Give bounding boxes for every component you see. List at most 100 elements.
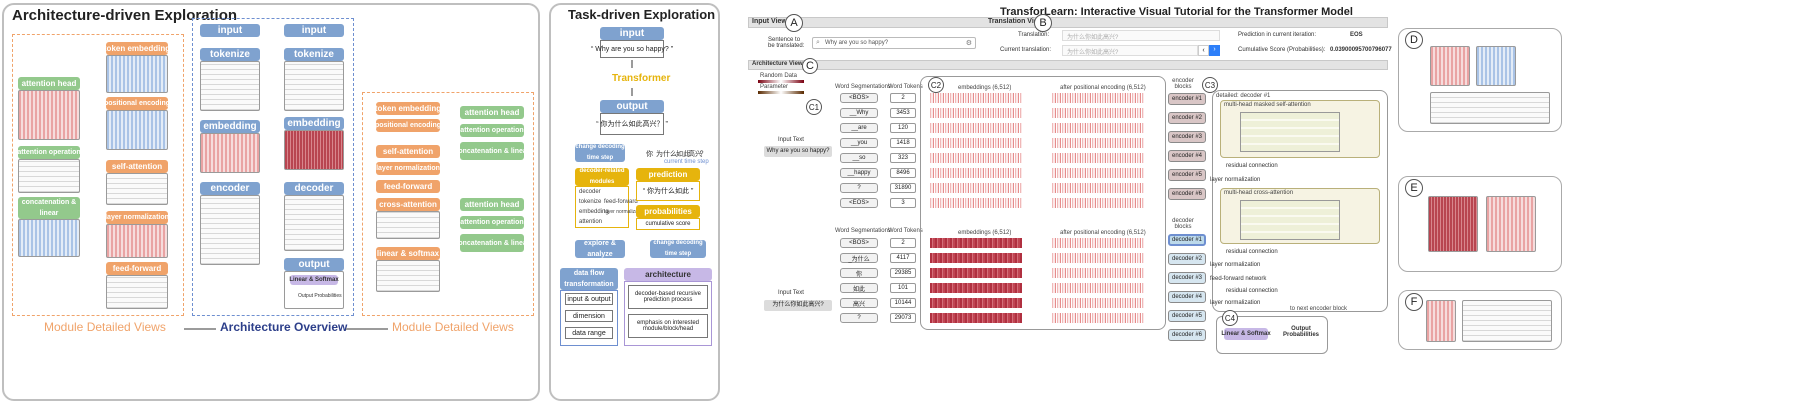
enc-token: 1418 xyxy=(890,138,916,148)
left-layer-normalization-thumb xyxy=(106,224,168,258)
input-text-enc-box: Why are you so happy? xyxy=(764,146,832,157)
decoder-item-5: attention xyxy=(579,219,603,225)
enc-token: 3 xyxy=(890,198,916,208)
decoder-block-6[interactable]: decoder #6 xyxy=(1168,329,1206,341)
pos-label-enc: after positional encoding (6,512) xyxy=(1060,85,1146,91)
left-layer-normalization: layer normalization xyxy=(105,211,169,224)
score-value: 0.03900095700796077 xyxy=(1330,47,1392,53)
enc-word: __are xyxy=(840,123,878,133)
tag-c1: C1 xyxy=(806,99,822,115)
left-concatenation-thumb xyxy=(18,219,80,257)
overview-tokenize-decoder: tokenize xyxy=(284,48,344,61)
search-icon: ⌕ xyxy=(816,39,820,46)
decoder-thumb xyxy=(284,195,344,251)
data-flow-item-1: dimension xyxy=(565,310,613,322)
decoder-block-1[interactable]: decoder #1 xyxy=(1168,234,1206,246)
right-token-embedding: token embedding xyxy=(374,102,442,115)
dec-word: 高兴 xyxy=(840,298,878,308)
encoder-block-3[interactable]: encoder #3 xyxy=(1168,131,1206,143)
prediction-label: Prediction in current iteration: xyxy=(1238,32,1317,38)
gear-icon[interactable]: ⚙ xyxy=(966,39,972,47)
enc-pos-row xyxy=(1052,153,1144,163)
dec-pos-row xyxy=(1052,238,1144,248)
translation-field: 为什么你如此高兴? xyxy=(1062,30,1220,41)
left-feed-forward: feed-forward xyxy=(106,262,168,275)
embedding-thumb-encoder xyxy=(200,133,260,173)
prediction-value: EOS xyxy=(1350,32,1363,38)
tag-c: C xyxy=(802,58,818,74)
left-self-attention-thumb xyxy=(106,173,168,205)
arrow-left xyxy=(184,328,216,330)
dec-token: 10144 xyxy=(890,298,916,308)
enc-pos-row xyxy=(1052,183,1144,193)
enc-pos-row xyxy=(1052,138,1144,148)
enc-pos-row xyxy=(1052,123,1144,133)
encoder-block-5[interactable]: encoder #5 xyxy=(1168,169,1206,181)
left-positional-encoding-thumb xyxy=(106,110,168,150)
decoder-block-3[interactable]: decoder #3 xyxy=(1168,272,1206,284)
enc-token: 8496 xyxy=(890,168,916,178)
right-concatenation-bottom: concatenation & linear xyxy=(454,234,530,252)
enc-pos-row xyxy=(1052,198,1144,208)
tokenize-thumb-encoder xyxy=(200,61,260,111)
enc-pos-row xyxy=(1052,168,1144,178)
data-flow-header: data flow transformation xyxy=(560,268,618,290)
input-text-dec-box: 为什么你如此高兴? xyxy=(764,300,832,311)
residual-label-1: residual connection xyxy=(1226,163,1278,169)
encoder-block-4[interactable]: encoder #4 xyxy=(1168,150,1206,162)
prev-step-button[interactable]: ‹ xyxy=(1198,45,1209,56)
sentence-input[interactable]: ⌕ Why are you so happy? ⚙ xyxy=(812,37,976,49)
legend-random: Random Data xyxy=(760,73,798,79)
legend-parameter: Parameter xyxy=(760,84,789,90)
overview-output-probs: Output Probabilities xyxy=(298,293,342,299)
legend-random-bar xyxy=(758,80,804,83)
encoder-block-6[interactable]: encoder #6 xyxy=(1168,188,1206,200)
dec-word: 如此 xyxy=(840,283,878,293)
dec-emb-row xyxy=(930,283,1022,293)
decoder-block-4[interactable]: decoder #4 xyxy=(1168,291,1206,303)
overview-input-encoder: input xyxy=(200,24,260,37)
left-attention-operation: attention operation xyxy=(17,146,81,159)
encoder-block-1[interactable]: encoder #1 xyxy=(1168,93,1206,105)
decoder-blocks-label: decoder blocks xyxy=(1172,218,1194,230)
input-text-label-dec: Input Text xyxy=(778,290,804,296)
dec-word: ? xyxy=(840,313,878,323)
task-arrow-2 xyxy=(631,88,633,96)
enc-emb-row xyxy=(930,93,1022,103)
left-attention-head-thumb xyxy=(18,90,80,140)
decoder-block-5[interactable]: decoder #5 xyxy=(1168,310,1206,322)
right-concatenation-top: concatenation & linear xyxy=(454,142,530,160)
enc-word: __so xyxy=(840,153,878,163)
prediction-box: “ 你为什么如此 ” xyxy=(636,181,700,201)
task-output-label: output xyxy=(600,100,664,113)
encoder-block-2[interactable]: encoder #2 xyxy=(1168,112,1206,124)
decoder-block-2[interactable]: decoder #2 xyxy=(1168,253,1206,265)
residual-label-2: residual connection xyxy=(1226,249,1278,255)
task-input-text: “ Why are you so happy? ” xyxy=(590,45,674,53)
seg-label-dec: Word Segmentations xyxy=(835,228,891,234)
layernorm-label-2: layer normalization xyxy=(1210,262,1261,268)
transformer-label: Transformer xyxy=(612,73,671,84)
left-positional-encoding: positional encoding xyxy=(104,97,170,110)
emb-label-enc: embeddings (6,512) xyxy=(958,85,1012,91)
overview-output: output xyxy=(284,258,344,271)
architecture-header: architecture xyxy=(624,268,712,281)
next-step-button[interactable]: › xyxy=(1209,45,1220,56)
tag-d: D xyxy=(1405,31,1423,49)
task-arrow-1 xyxy=(631,60,633,68)
explore-analyze: explore & analyze xyxy=(575,240,625,258)
legend-param-bar xyxy=(758,91,804,94)
task-output-text: “ 你为什么如此高兴？ ” xyxy=(596,121,668,128)
current-translation-value: 为什么你如此高兴? xyxy=(1067,50,1119,56)
sentence-label: Sentence to be translated: xyxy=(768,37,805,49)
panel-e-heatmap-2 xyxy=(1486,196,1536,252)
enc-emb-row xyxy=(930,183,1022,193)
linear-softmax-button[interactable]: Linear & Softmax xyxy=(1221,328,1271,340)
decoder-item-0: decoder xyxy=(579,189,601,195)
layernorm-label-3: layer normalization xyxy=(1210,300,1261,306)
seq-token-1: 为什么 xyxy=(656,151,677,158)
dec-emb-row xyxy=(930,238,1022,248)
feedforward-label: feed-forward network xyxy=(1210,276,1267,282)
panel-d-heatmap-2 xyxy=(1476,46,1516,86)
output-probs-label: Output Probabilities xyxy=(1282,326,1319,338)
